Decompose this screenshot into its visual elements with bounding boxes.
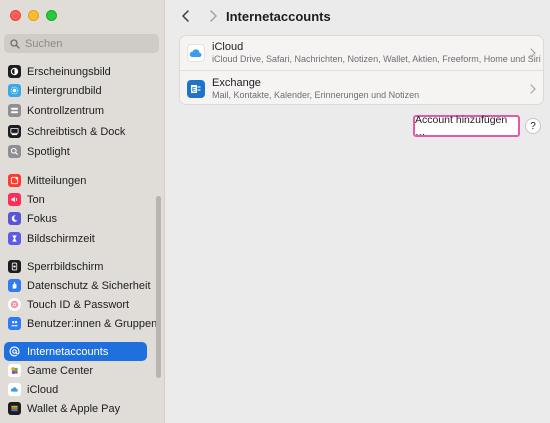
sidebar-item-fokus[interactable]: Fokus	[4, 209, 147, 228]
sidebar-item-hintergrundbild[interactable]: Hintergrundbild	[4, 81, 147, 100]
window-controls	[10, 10, 57, 21]
account-name: Exchange	[212, 76, 261, 89]
add-account-label: Account hinzufügen …	[415, 114, 508, 138]
help-button[interactable]: ?	[525, 118, 541, 134]
forward-arrow-icon[interactable]	[208, 9, 218, 23]
account-row-exchange[interactable]: E Exchange Mail, Kontakte, Kalender, Eri…	[180, 71, 543, 104]
account-row-icloud[interactable]: iCloud iCloud Drive, Safari, Nachrichten…	[180, 36, 543, 71]
notifications-icon	[8, 174, 21, 187]
sidebar-item-touch-id-passwort[interactable]: Touch ID & Passwort	[4, 295, 147, 314]
exchange-icon: E	[187, 79, 205, 98]
sidebar-item-wallet-apple-pay[interactable]: Wallet & Apple Pay	[4, 399, 147, 418]
sidebar-item-icloud[interactable]: iCloud	[4, 380, 147, 399]
navigation-arrows	[180, 9, 218, 23]
chevron-right-icon	[530, 83, 536, 94]
chevron-right-icon	[530, 48, 536, 58]
account-description: iCloud Drive, Safari, Nachrichten, Notiz…	[212, 54, 541, 64]
search-placeholder: Suchen	[25, 37, 63, 50]
sidebar-item-ton[interactable]: Ton	[4, 190, 147, 209]
minimize-window-button[interactable]	[28, 10, 39, 21]
sidebar-item-erscheinungsbild[interactable]: Erscheinungsbild	[4, 62, 147, 81]
internet-accounts-icon	[8, 345, 21, 358]
sidebar-item-bildschirmzeit[interactable]: Bildschirmzeit	[4, 229, 147, 248]
appearance-icon	[8, 65, 21, 78]
close-window-button[interactable]	[10, 10, 21, 21]
accounts-list: iCloud iCloud Drive, Safari, Nachrichten…	[179, 35, 544, 105]
back-arrow-icon[interactable]	[180, 9, 190, 23]
focus-icon	[8, 212, 21, 225]
svg-text:E: E	[192, 87, 196, 93]
add-account-button[interactable]: Account hinzufügen …	[413, 114, 520, 138]
game-center-icon	[8, 364, 21, 377]
sidebar-item-benutzer-gruppen[interactable]: Benutzer:innen & Gruppen	[4, 314, 157, 333]
sound-icon	[8, 193, 21, 206]
sidebar-item-game-center[interactable]: Game Center	[4, 361, 147, 380]
lock-screen-icon	[8, 260, 21, 273]
sidebar-item-spotlight[interactable]: Spotlight	[4, 142, 147, 161]
control-center-icon	[8, 104, 21, 117]
zoom-window-button[interactable]	[46, 10, 57, 21]
account-name: iCloud	[212, 41, 244, 53]
sidebar-item-sperrbildschirm[interactable]: Sperrbildschirm	[4, 257, 147, 276]
privacy-icon	[8, 279, 21, 292]
wallpaper-icon	[8, 84, 21, 97]
desktop-dock-icon	[8, 125, 21, 138]
screen-time-icon	[8, 232, 21, 245]
account-description: Mail, Kontakte, Kalender, Erinnerungen u…	[212, 89, 420, 100]
page-title: Internetaccounts	[226, 9, 331, 24]
sidebar-item-kontrollzentrum[interactable]: Kontrollzentrum	[4, 101, 147, 120]
sidebar: Suchen Erscheinungsbild Hintergrundbild …	[0, 0, 165, 423]
sidebar-item-internetaccounts[interactable]: Internetaccounts	[4, 342, 147, 361]
sidebar-item-datenschutz-sicherheit[interactable]: Datenschutz & Sicherheit	[4, 276, 151, 295]
icloud-icon	[8, 383, 21, 396]
wallet-icon	[8, 402, 21, 415]
search-input[interactable]: Suchen	[4, 34, 159, 53]
spotlight-icon	[8, 145, 21, 158]
users-groups-icon	[8, 317, 21, 330]
icloud-icon	[187, 44, 205, 62]
sidebar-item-mitteilungen[interactable]: Mitteilungen	[4, 171, 147, 190]
main-content: Internetaccounts iCloud iCloud Drive, Sa…	[165, 0, 550, 423]
sidebar-scrollbar[interactable]	[156, 196, 161, 378]
search-icon	[10, 38, 20, 49]
touch-id-icon	[8, 298, 21, 311]
sidebar-item-schreibtisch-dock[interactable]: Schreibtisch & Dock	[4, 122, 147, 141]
